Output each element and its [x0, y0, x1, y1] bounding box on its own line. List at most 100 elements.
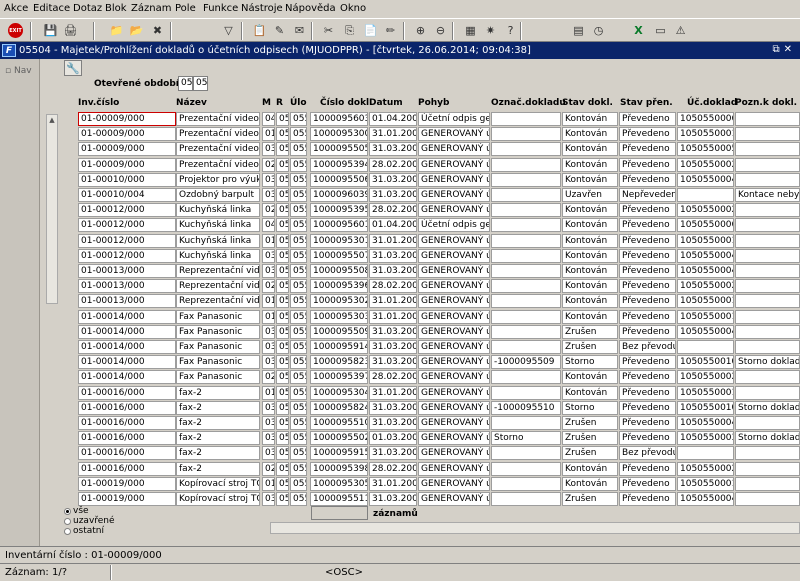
- cell-stavpen[interactable]: Převedeno: [619, 233, 676, 248]
- cell-datum[interactable]: 31.01.2005: [369, 309, 417, 324]
- cell-invslo[interactable]: 01-00012/000: [78, 218, 176, 233]
- cell-invslo[interactable]: 01-00016/000: [78, 400, 176, 415]
- cell-m[interactable]: 01: [262, 233, 275, 248]
- menu-item-9[interactable]: Okno: [340, 3, 366, 14]
- cell-pohyb[interactable]: GENEROVANÝ úč: [418, 492, 490, 506]
- cell-oznadokladu[interactable]: [491, 157, 561, 172]
- cell-stavdokl[interactable]: Kontován: [562, 309, 618, 324]
- cell-doklad[interactable]: 1050550001: [677, 309, 734, 324]
- table-row[interactable]: 01-00009/000Prezentační video-p010505510…: [40, 127, 800, 142]
- cell-poznkdokl[interactable]: Storno dokladu: [735, 400, 800, 415]
- cell-stavdokl[interactable]: Storno: [562, 400, 618, 415]
- delete-record-icon[interactable]: ⊖: [432, 22, 449, 39]
- cell-oznadokladu[interactable]: [491, 203, 561, 218]
- cell-m[interactable]: 01: [262, 294, 275, 309]
- mail-icon[interactable]: ✉: [291, 22, 308, 39]
- cell-slodokl[interactable]: 1000095510: [310, 416, 368, 430]
- cell-stavdokl[interactable]: Kontován: [562, 112, 618, 126]
- cell-doklad[interactable]: 1050550010: [677, 400, 734, 415]
- cell-m[interactable]: 03: [262, 416, 275, 430]
- cell-m[interactable]: 03: [262, 172, 275, 187]
- cell-lo[interactable]: 055: [290, 461, 307, 476]
- cell-oznadokladu[interactable]: [491, 233, 561, 248]
- cell-m[interactable]: 02: [262, 279, 275, 294]
- excel-icon[interactable]: X: [630, 22, 647, 39]
- cell-stavpen[interactable]: Převedeno: [619, 385, 676, 400]
- nav-panel[interactable]: ▫ Nav: [0, 59, 40, 546]
- cell-poznkdokl[interactable]: [735, 218, 800, 233]
- cell-r[interactable]: 05: [276, 264, 289, 278]
- cell-slodokl[interactable]: 1000095304: [310, 385, 368, 400]
- cell-stavpen[interactable]: Převedeno: [619, 142, 676, 157]
- cell-doklad[interactable]: 1050550004: [677, 324, 734, 339]
- table-row[interactable]: 01-00016/000fax-20205055100009539828.02.…: [40, 461, 800, 477]
- note-icon[interactable]: ✎: [271, 22, 288, 39]
- filter-option-all[interactable]: vše: [64, 506, 115, 516]
- column-header-6[interactable]: Datum: [369, 98, 403, 108]
- cell-invslo[interactable]: 01-00014/000: [78, 370, 176, 385]
- cell-nzev[interactable]: Fax Panasonic: [176, 324, 260, 339]
- menu-item-0[interactable]: Akce: [4, 3, 28, 14]
- cell-slodokl[interactable]: 1000095397: [310, 370, 368, 385]
- table-row[interactable]: 01-00009/000Prezentační video-p040505510…: [40, 112, 800, 127]
- cell-nzev[interactable]: Reprezentační vide: [176, 279, 260, 294]
- cell-stavpen[interactable]: Převedeno: [619, 492, 676, 506]
- cell-lo[interactable]: 055: [290, 431, 307, 446]
- cell-m[interactable]: 03: [262, 142, 275, 157]
- table-row[interactable]: 01-00016/000fax-20305055100009591531.03.…: [40, 446, 800, 461]
- cell-r[interactable]: 05: [276, 492, 289, 506]
- cell-oznadokladu[interactable]: [491, 172, 561, 187]
- cell-r[interactable]: 05: [276, 385, 289, 400]
- cell-nzev[interactable]: Kopírovací stroj TOS: [176, 476, 260, 491]
- cell-doklad[interactable]: 1050550001: [677, 385, 734, 400]
- cell-poznkdokl[interactable]: [735, 461, 800, 476]
- table-row[interactable]: 01-00010/000Projektor pro výuku030505510…: [40, 172, 800, 188]
- cell-r[interactable]: 05: [276, 309, 289, 324]
- cell-slodokl[interactable]: 1000096039: [310, 188, 368, 202]
- cell-doklad[interactable]: 1050550001: [677, 127, 734, 142]
- cell-nzev[interactable]: fax-2: [176, 431, 260, 446]
- column-header-0[interactable]: Inv.číslo: [78, 98, 119, 108]
- cell-invslo[interactable]: 01-00019/000: [78, 492, 176, 506]
- cell-invslo[interactable]: 01-00016/000: [78, 385, 176, 400]
- cell-oznadokladu[interactable]: [491, 476, 561, 491]
- cell-slodokl[interactable]: 1000095396: [310, 279, 368, 294]
- cell-invslo[interactable]: 01-00016/000: [78, 431, 176, 446]
- cell-m[interactable]: 03: [262, 324, 275, 339]
- cell-stavdokl[interactable]: Kontován: [562, 218, 618, 233]
- cell-slodokl[interactable]: 1000095915: [310, 446, 368, 461]
- cell-nzev[interactable]: fax-2: [176, 400, 260, 415]
- cell-oznadokladu[interactable]: [491, 127, 561, 142]
- cell-invslo[interactable]: 01-00014/000: [78, 340, 176, 354]
- period-month-field[interactable]: 05: [178, 76, 193, 91]
- clock-icon[interactable]: ◷: [590, 22, 607, 39]
- cell-doklad[interactable]: [677, 446, 734, 461]
- cell-lo[interactable]: 055: [290, 370, 307, 385]
- cell-datum[interactable]: 28.02.2005: [369, 370, 417, 385]
- cell-m[interactable]: 02: [262, 370, 275, 385]
- cell-datum[interactable]: 31.01.2005: [369, 294, 417, 309]
- table-row[interactable]: 01-00014/000Fax Panasonic030505510000955…: [40, 324, 800, 340]
- cell-datum[interactable]: 31.03.2005: [369, 264, 417, 278]
- cell-stavdokl[interactable]: Zrušen: [562, 416, 618, 430]
- cell-invslo[interactable]: 01-00013/000: [78, 294, 176, 309]
- cell-poznkdokl[interactable]: Storno dokladu: [735, 431, 800, 446]
- cell-lo[interactable]: 055: [290, 264, 307, 278]
- cell-stavdokl[interactable]: Zrušen: [562, 446, 618, 461]
- cell-nzev[interactable]: fax-2: [176, 416, 260, 430]
- cell-m[interactable]: 04: [262, 218, 275, 233]
- cell-lo[interactable]: 055: [290, 157, 307, 172]
- cell-lo[interactable]: 055: [290, 112, 307, 126]
- cell-slodokl[interactable]: 1000095823: [310, 355, 368, 370]
- cell-pohyb[interactable]: GENEROVANÝ úč: [418, 309, 490, 324]
- cell-nzev[interactable]: Fax Panasonic: [176, 370, 260, 385]
- table-row[interactable]: 01-00013/000Reprezentační vide0305055100…: [40, 264, 800, 279]
- cell-nzev[interactable]: Kuchyňská linka: [176, 203, 260, 218]
- column-header-4[interactable]: Úlo: [290, 98, 307, 108]
- filter-option-closed[interactable]: uzavřené: [64, 516, 115, 526]
- cell-m[interactable]: 03: [262, 340, 275, 354]
- cell-stavdokl[interactable]: Kontován: [562, 476, 618, 491]
- table-row[interactable]: 01-00014/000Fax Panasonic030505510000958…: [40, 355, 800, 370]
- table-row[interactable]: 01-00016/000fax-20305055100009550201.03.…: [40, 431, 800, 446]
- cell-slodokl[interactable]: 1000095914: [310, 340, 368, 354]
